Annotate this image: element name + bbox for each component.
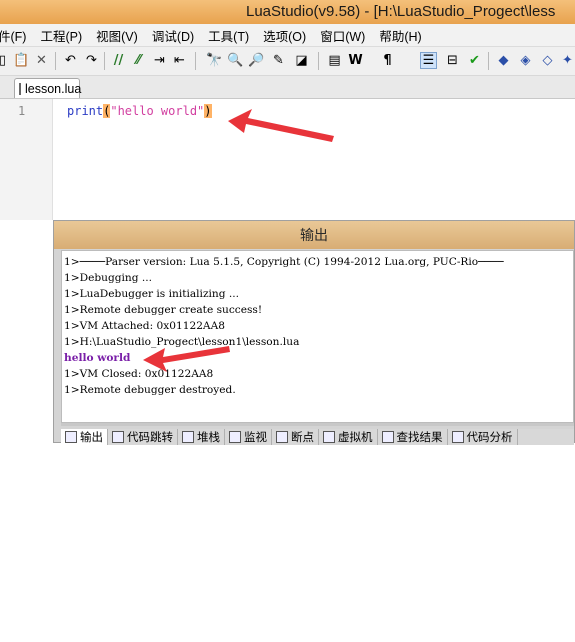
- find-prev-icon[interactable]: 🔎: [248, 52, 265, 69]
- uncomment-icon[interactable]: ⁄⁄: [130, 52, 147, 69]
- bookmark-next-icon[interactable]: ◈: [517, 52, 534, 69]
- word-wrap-icon[interactable]: W: [347, 52, 364, 69]
- replace-icon[interactable]: ✎: [270, 52, 287, 69]
- menu-window[interactable]: 窗口(W): [313, 26, 372, 45]
- output-line: 1>VM Closed: 0x01122AA8: [64, 368, 214, 380]
- code-paren-close: ): [204, 104, 212, 118]
- code-line[interactable]: print("hello world"): [67, 104, 212, 118]
- bookmark-icon[interactable]: ◆: [495, 52, 512, 69]
- menu-file[interactable]: 件(F): [0, 26, 33, 45]
- fold-icon[interactable]: ⊟: [444, 52, 461, 69]
- highlight-icon[interactable]: ◪: [293, 52, 310, 69]
- toolbar-separator: [104, 52, 105, 70]
- output-line: 1>────Parser version: Lua 5.1.5, Copyrig…: [64, 256, 504, 268]
- outdent-icon[interactable]: ⇤: [171, 52, 188, 69]
- output-line: 1>VM Attached: 0x01122AA8: [64, 320, 225, 332]
- output-body: 1>────Parser version: Lua 5.1.5, Copyrig…: [61, 250, 574, 642]
- find-next-icon[interactable]: 🔍: [227, 52, 244, 69]
- toolbar-separator: [318, 52, 319, 70]
- vm-icon: [323, 431, 335, 443]
- paste-icon[interactable]: 📋: [13, 52, 30, 69]
- code-jump-icon: [112, 431, 124, 443]
- toolbar: ▯ 📋 ✕ ↶ ↷ // ⁄⁄ ⇥ ⇤ 🔭 🔍 🔎 ✎ ◪ ▤ W ¶ ☰ ⊟ …: [0, 47, 575, 76]
- comment-icon[interactable]: //: [110, 52, 127, 69]
- toolbar-separator: [55, 52, 56, 70]
- window-title: LuaStudio(v9.58) - [H:\LuaStudio_Progect…: [246, 3, 556, 20]
- line-number-gutter: 1: [0, 99, 53, 220]
- find-icon[interactable]: 🔭: [206, 52, 223, 69]
- bookmark-prev-icon[interactable]: ◇: [539, 52, 556, 69]
- menu-bar: 件(F) 工程(P) 视图(V) 调试(D) 工具(T) 选项(O) 窗口(W)…: [0, 24, 575, 47]
- delete-icon[interactable]: ✕: [33, 52, 50, 69]
- toolbar-separator: [195, 52, 196, 70]
- code-string: "hello world": [110, 104, 205, 118]
- code-keyword: print: [67, 104, 104, 118]
- output-line: 1>Remote debugger destroyed.: [64, 384, 236, 396]
- bookmark-clear-icon[interactable]: ✦: [559, 52, 575, 69]
- output-line: 1>H:\LuaStudio_Progect\lesson1\lesson.lu…: [64, 336, 300, 348]
- horizontal-scrollbar[interactable]: [61, 423, 574, 426]
- output-panel: 输出 1>────Parser version: Lua 5.1.5, Copy…: [53, 220, 575, 445]
- output-line-program-output: hello world: [64, 352, 131, 364]
- redo-icon[interactable]: ↷: [83, 52, 100, 69]
- pilcrow-icon[interactable]: ¶: [379, 52, 396, 69]
- find-results-icon: [381, 431, 394, 443]
- menu-help[interactable]: 帮助(H): [372, 26, 428, 45]
- indent-icon[interactable]: ⇥: [151, 52, 168, 69]
- watch-icon: [229, 431, 241, 443]
- output-title: 输出: [300, 228, 328, 244]
- output-panel-header: 输出: [54, 221, 574, 249]
- output-line: 1>LuaDebugger is initializing ...: [64, 288, 239, 300]
- stack-icon: [182, 431, 194, 443]
- menu-debug[interactable]: 调试(D): [145, 26, 201, 45]
- menu-view[interactable]: 视图(V): [89, 26, 145, 45]
- output-line: 1>Debugging ...: [64, 272, 153, 284]
- menu-options[interactable]: 选项(O): [256, 26, 313, 45]
- line-numbers-icon[interactable]: ☰: [420, 52, 437, 69]
- output-icon: [65, 431, 77, 443]
- word-wrap-icon[interactable]: ▤: [326, 52, 343, 69]
- menu-project[interactable]: 工程(P): [33, 26, 89, 45]
- document-tab-bar: lesson.lua: [0, 76, 575, 99]
- code-analysis-icon: [451, 431, 464, 443]
- file-icon: [19, 82, 21, 95]
- output-text-area[interactable]: 1>────Parser version: Lua 5.1.5, Copyrig…: [61, 250, 574, 423]
- check-icon[interactable]: ✔: [466, 52, 483, 69]
- copy-icon[interactable]: ▯: [0, 52, 11, 69]
- tab-lesson-lua[interactable]: lesson.lua: [14, 78, 82, 98]
- toolbar-separator: [488, 52, 489, 70]
- undo-icon[interactable]: ↶: [62, 52, 79, 69]
- line-number: 1: [18, 104, 26, 118]
- title-bar: LuaStudio(v9.58) - [H:\LuaStudio_Progect…: [0, 0, 575, 24]
- annotation-arrow-icon: [228, 109, 334, 142]
- tab-label: lesson.lua: [25, 81, 82, 96]
- menu-tools[interactable]: 工具(T): [201, 26, 256, 45]
- code-editor[interactable]: 1 print("hello world"): [0, 99, 575, 220]
- output-line: 1>Remote debugger create success!: [64, 304, 263, 316]
- breakpoint-icon: [276, 431, 288, 443]
